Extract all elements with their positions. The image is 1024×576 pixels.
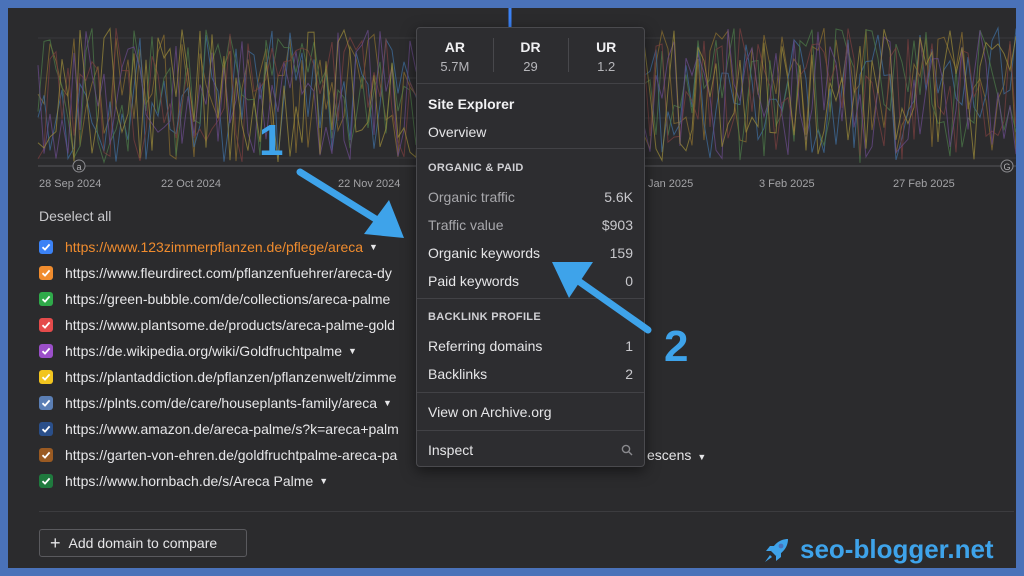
url-checkbox[interactable] bbox=[39, 292, 53, 306]
url-link[interactable]: https://plantaddiction.de/pflanzen/pflan… bbox=[65, 369, 397, 385]
archive-link[interactable]: View on Archive.org bbox=[428, 404, 633, 420]
url-link[interactable]: https://www.fleurdirect.com/pflanzenfueh… bbox=[65, 265, 392, 281]
caret-down-icon[interactable]: ▼ bbox=[369, 242, 378, 252]
url-checkbox[interactable] bbox=[39, 266, 53, 280]
caret-down-icon[interactable]: ▼ bbox=[383, 398, 392, 408]
caret-down-icon[interactable]: ▼ bbox=[319, 476, 328, 486]
divider bbox=[417, 430, 644, 431]
url-link[interactable]: https://plnts.com/de/care/houseplants-fa… bbox=[65, 395, 377, 411]
divider bbox=[417, 392, 644, 393]
organic-keywords-item[interactable]: Organic keywords 159 bbox=[428, 245, 633, 261]
brand-watermark: seo-blogger.net bbox=[762, 534, 994, 565]
metric-label: UR bbox=[596, 39, 617, 55]
metric-dr[interactable]: DR 29 bbox=[492, 28, 569, 83]
rocket-icon bbox=[765, 538, 788, 562]
url-checkbox[interactable] bbox=[39, 240, 53, 254]
archive-label: View on Archive.org bbox=[428, 404, 552, 420]
url-row[interactable]: https://www.fleurdirect.com/pflanzenfueh… bbox=[39, 263, 392, 283]
x-tick-label: 22 Nov 2024 bbox=[338, 178, 401, 190]
organic-traffic-item: Organic traffic 5.6K bbox=[428, 189, 633, 205]
metric-value: 29 bbox=[523, 59, 538, 74]
annotation-number-2: 2 bbox=[664, 322, 689, 371]
x-tick-label: 27 Feb 2025 bbox=[893, 178, 955, 190]
caret-down-icon[interactable]: ▼ bbox=[348, 346, 357, 356]
organic-keywords-value: 159 bbox=[609, 245, 633, 261]
traffic-value-value: $903 bbox=[601, 217, 633, 233]
url-link[interactable]: https://green-bubble.com/de/collections/… bbox=[65, 291, 390, 307]
backlinks-value: 2 bbox=[625, 366, 633, 382]
referring-domains-label: Referring domains bbox=[428, 338, 543, 354]
backlinks-item[interactable]: Backlinks 2 bbox=[428, 366, 633, 382]
metrics-row: AR 5.7M DR 29 UR 1.2 bbox=[417, 28, 644, 84]
url-context-popup: AR 5.7M DR 29 UR 1.2 Site Explorer Overv… bbox=[416, 27, 645, 467]
url-checkbox[interactable] bbox=[39, 344, 53, 358]
url-checkbox[interactable] bbox=[39, 448, 53, 462]
backlink-profile-heading: BACKLINK PROFILE bbox=[428, 311, 541, 323]
organic-traffic-value: 5.6K bbox=[604, 189, 633, 205]
paid-keywords-value: 0 bbox=[625, 273, 633, 289]
x-tick-label: 22 Oct 2024 bbox=[161, 178, 221, 190]
url-link[interactable]: https://www.amazon.de/areca-palme/s?k=ar… bbox=[65, 421, 399, 437]
url-link[interactable]: https://www.123zimmerpflanzen.de/pflege/… bbox=[65, 239, 363, 255]
traffic-value-item: Traffic value $903 bbox=[428, 217, 633, 233]
paid-keywords-label: Paid keywords bbox=[428, 273, 520, 289]
url-row[interactable]: https://www.123zimmerpflanzen.de/pflege/… bbox=[39, 237, 378, 257]
url-checkbox[interactable] bbox=[39, 474, 53, 488]
organic-keywords-label: Organic keywords bbox=[428, 245, 541, 261]
url-row[interactable]: https://green-bubble.com/de/collections/… bbox=[39, 289, 390, 309]
x-tick-label: 3 Feb 2025 bbox=[759, 178, 815, 190]
url-row[interactable]: https://de.wikipedia.org/wiki/Goldfrucht… bbox=[39, 341, 357, 361]
caret-down-icon[interactable]: ▼ bbox=[697, 452, 706, 462]
chart-marker-left: a bbox=[76, 162, 81, 172]
metric-ur[interactable]: UR 1.2 bbox=[568, 28, 644, 83]
inspect-label: Inspect bbox=[428, 442, 474, 458]
divider bbox=[417, 148, 644, 149]
organic-paid-heading: ORGANIC & PAID bbox=[428, 162, 524, 174]
chart-marker-right: G bbox=[1003, 162, 1010, 172]
divider bbox=[417, 298, 644, 299]
url-row[interactable]: https://www.plantsome.de/products/areca-… bbox=[39, 315, 395, 335]
backlinks-label: Backlinks bbox=[428, 366, 488, 382]
url-row[interactable]: https://plnts.com/de/care/houseplants-fa… bbox=[39, 393, 392, 413]
annotation-number-1: 1 bbox=[259, 116, 284, 165]
metric-ar[interactable]: AR 5.7M bbox=[417, 28, 493, 83]
url-link-tail[interactable]: escens ▼ bbox=[647, 447, 706, 463]
inspect-item[interactable]: Inspect bbox=[428, 442, 633, 458]
url-link[interactable]: https://www.hornbach.de/s/Areca Palme bbox=[65, 473, 313, 489]
add-domain-label: Add domain to compare bbox=[68, 535, 218, 551]
organic-traffic-label: Organic traffic bbox=[428, 189, 515, 205]
brand-text: seo-blogger.net bbox=[800, 534, 994, 564]
traffic-value-label: Traffic value bbox=[428, 217, 504, 233]
x-tick-label: 28 Sep 2024 bbox=[39, 178, 102, 190]
url-row[interactable]: https://plantaddiction.de/pflanzen/pflan… bbox=[39, 367, 397, 387]
url-checkbox[interactable] bbox=[39, 396, 53, 410]
search-icon bbox=[621, 444, 633, 456]
overview-link[interactable]: Overview bbox=[428, 124, 633, 140]
x-tick-label: Jan 2025 bbox=[648, 178, 694, 190]
url-row[interactable]: https://garten-von-ehren.de/goldfruchtpa… bbox=[39, 445, 397, 465]
url-row[interactable]: https://www.hornbach.de/s/Areca Palme ▼ bbox=[39, 471, 328, 491]
overview-label: Overview bbox=[428, 124, 487, 140]
divider bbox=[39, 511, 1014, 512]
metric-value: 5.7M bbox=[440, 59, 470, 74]
referring-domains-item[interactable]: Referring domains 1 bbox=[428, 338, 633, 354]
url-checkbox[interactable] bbox=[39, 422, 53, 436]
url-link[interactable]: https://www.plantsome.de/products/areca-… bbox=[65, 317, 395, 333]
metric-label: DR bbox=[520, 39, 541, 55]
url-checkbox[interactable] bbox=[39, 370, 53, 384]
site-explorer-heading: Site Explorer bbox=[428, 96, 515, 112]
metric-value: 1.2 bbox=[597, 59, 616, 74]
url-link[interactable]: https://garten-von-ehren.de/goldfruchtpa… bbox=[65, 447, 397, 463]
paid-keywords-item[interactable]: Paid keywords 0 bbox=[428, 273, 633, 289]
metric-label: AR bbox=[444, 39, 465, 55]
url-link[interactable]: https://de.wikipedia.org/wiki/Goldfrucht… bbox=[65, 343, 342, 359]
url-row[interactable]: https://www.amazon.de/areca-palme/s?k=ar… bbox=[39, 419, 399, 439]
plus-icon: + bbox=[50, 533, 61, 553]
deselect-all-link[interactable]: Deselect all bbox=[39, 208, 111, 224]
url-checkbox[interactable] bbox=[39, 318, 53, 332]
referring-domains-value: 1 bbox=[625, 338, 633, 354]
add-domain-button[interactable]: + Add domain to compare bbox=[39, 529, 247, 557]
